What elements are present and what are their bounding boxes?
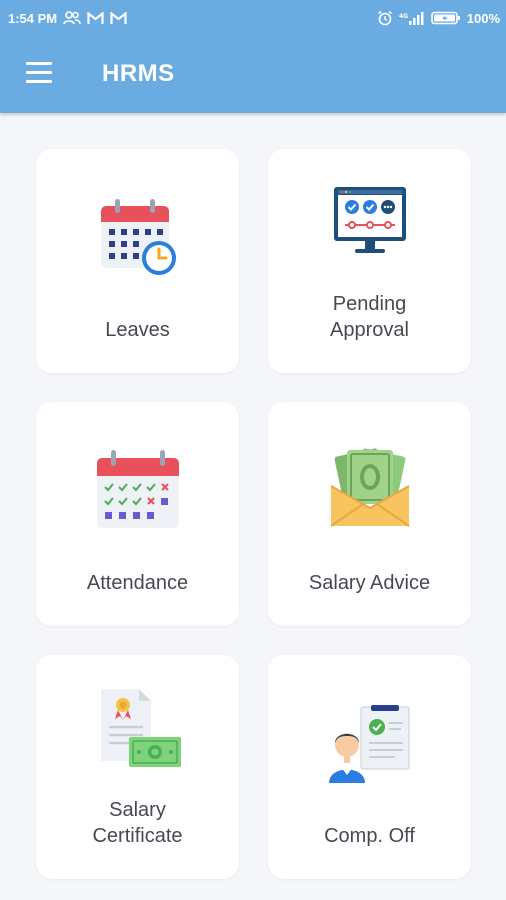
- status-bar: 1:54 PM 4G 100%: [0, 0, 506, 36]
- salary-advice-card[interactable]: Salary Advice: [268, 402, 471, 626]
- mail-m-icon-2: [110, 11, 127, 24]
- card-label-line1: Pending: [332, 293, 407, 315]
- monitor-approval-icon: [333, 187, 406, 253]
- pending-approval-card[interactable]: Pending Approval: [268, 149, 471, 373]
- calendar-check-icon: [96, 450, 179, 528]
- menu-icon[interactable]: [24, 62, 54, 86]
- card-label: Leaves: [105, 319, 170, 341]
- card-label: Attendance: [86, 572, 189, 594]
- signal-icon: 4G: [399, 12, 424, 25]
- card-label: Salary Advice: [308, 572, 431, 594]
- person-document-icon: [328, 705, 409, 783]
- alarm-icon: [377, 10, 392, 26]
- people-icon: [63, 11, 81, 25]
- card-label: Salary Certificate: [36, 797, 239, 849]
- leaves-card[interactable]: Leaves: [36, 149, 239, 373]
- money-envelope-icon: [329, 448, 410, 527]
- app-bar: HRMS: [0, 36, 506, 113]
- status-time: 1:54 PM: [8, 10, 58, 26]
- svg-text:4G: 4G: [399, 13, 408, 20]
- status-right: 4G 100%: [377, 0, 500, 36]
- card-label-line2: Approval: [330, 319, 409, 341]
- calendar-clock-icon: [100, 199, 176, 275]
- card-label-line1: Salary: [109, 799, 166, 821]
- certificate-cash-icon: [100, 689, 181, 767]
- page-title: HRMS: [102, 60, 175, 87]
- card-label: Pending Approval: [268, 291, 471, 343]
- status-left: 1:54 PM: [8, 0, 127, 36]
- battery-percent: 100%: [466, 10, 500, 26]
- battery-icon: [430, 11, 460, 25]
- salary-certificate-card[interactable]: Salary Certificate: [36, 655, 239, 879]
- comp-off-card[interactable]: Comp. Off: [268, 655, 471, 879]
- card-label: Comp. Off: [324, 825, 415, 847]
- mail-m-icon: [87, 11, 104, 24]
- attendance-card[interactable]: Attendance: [36, 402, 239, 626]
- card-label-line2: Certificate: [92, 825, 183, 847]
